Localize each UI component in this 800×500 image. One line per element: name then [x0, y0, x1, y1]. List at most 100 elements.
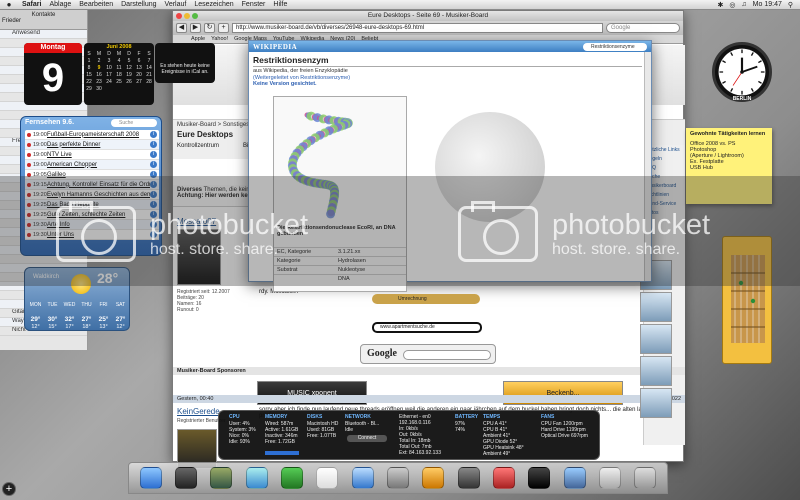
- calendar-day[interactable]: 5: [124, 58, 134, 65]
- app-icon[interactable]: [528, 467, 551, 489]
- menu-ablage[interactable]: Ablage: [45, 1, 75, 8]
- tv-guide-row[interactable]: 19:00 Das perfekte Dinner i: [25, 140, 159, 150]
- calendar-day[interactable]: 16: [94, 72, 104, 79]
- calendar-day[interactable]: 13: [134, 65, 144, 72]
- tv-show[interactable]: American Chopper: [47, 160, 150, 169]
- info-icon[interactable]: i: [150, 141, 157, 148]
- url-field[interactable]: http://www.musiker-board.de/vb/diverses/…: [232, 23, 603, 33]
- calendar-day[interactable]: 17: [104, 72, 114, 79]
- google-search-field[interactable]: [403, 350, 491, 360]
- reload-icon[interactable]: ↻: [204, 23, 215, 33]
- calendar-day[interactable]: 15: [84, 72, 94, 79]
- add-widget-icon[interactable]: +: [2, 482, 16, 496]
- thumbnail[interactable]: [640, 292, 672, 322]
- apple-menu-icon[interactable]: ●: [0, 0, 18, 9]
- garageband-icon[interactable]: [422, 467, 445, 489]
- thumbnail[interactable]: [640, 388, 672, 418]
- browser-search-field[interactable]: Google: [606, 23, 680, 33]
- volume-icon[interactable]: ♫: [738, 1, 749, 8]
- itunes-icon[interactable]: [351, 467, 374, 489]
- calendar-day[interactable]: 11: [114, 65, 124, 72]
- wikipedia-search-field[interactable]: Restriktionsenzyme: [583, 42, 647, 51]
- calendar-day[interactable]: 12: [124, 65, 134, 72]
- tv-search-field[interactable]: Suche: [111, 119, 157, 127]
- tv-show[interactable]: NTV Live: [47, 150, 150, 159]
- bluetooth-icon[interactable]: ✱: [714, 1, 726, 9]
- menu-bearbeiten[interactable]: Bearbeiten: [75, 1, 117, 8]
- tv-guide-row[interactable]: 19:00 Fußball-Europameisterschaft 2008 i: [25, 130, 159, 140]
- trash-icon[interactable]: [634, 467, 657, 489]
- url-widget-field[interactable]: www.apartmentsuche.de: [374, 324, 480, 331]
- calendar-day[interactable]: 22: [84, 79, 94, 86]
- calendar-day[interactable]: 27: [134, 79, 144, 86]
- calendar-day[interactable]: 21: [144, 72, 154, 79]
- tv-show[interactable]: Fußball-Europameisterschaft 2008: [47, 130, 150, 139]
- back-icon[interactable]: ◀: [176, 23, 187, 33]
- thumbnail[interactable]: [640, 324, 672, 354]
- menu-lesezeichen[interactable]: Lesezeichen: [190, 1, 237, 8]
- spotlight-icon[interactable]: ⚲: [785, 1, 796, 9]
- menubar-clock[interactable]: Mo 19:47: [750, 1, 785, 8]
- tab-kontrollzentrum[interactable]: Kontrollzentrum: [177, 143, 219, 149]
- calendar-day[interactable]: 23: [94, 79, 104, 86]
- forward-icon[interactable]: ▶: [190, 23, 201, 33]
- tv-guide-row[interactable]: 19:00 NTV Live i: [25, 150, 159, 160]
- tv-show[interactable]: Das perfekte Dinner: [47, 140, 150, 149]
- calendar-day[interactable]: 29: [84, 86, 94, 93]
- calendar-day[interactable]: 4: [114, 58, 124, 65]
- calendar-day[interactable]: 19: [124, 72, 134, 79]
- ichat-icon[interactable]: [280, 467, 303, 489]
- calendar-day[interactable]: 20: [134, 72, 144, 79]
- calendar-day[interactable]: 8: [84, 65, 94, 72]
- ical-icon[interactable]: [316, 467, 339, 489]
- calendar-day[interactable]: 14: [144, 65, 154, 72]
- safari-icon[interactable]: [245, 467, 268, 489]
- thumbnail[interactable]: [640, 356, 672, 386]
- calendar-month-widget[interactable]: Juni 2008 S M D M D F S 1 2 3 4 5 6 7 8 9 10 11 12 13 14 15 16…: [84, 43, 154, 105]
- calendar-day[interactable]: 10: [104, 65, 114, 72]
- add-bookmark-icon[interactable]: +: [218, 23, 229, 33]
- iphoto-icon[interactable]: [386, 467, 409, 489]
- info-icon[interactable]: i: [150, 161, 157, 168]
- info-icon[interactable]: i: [150, 131, 157, 138]
- menu-hilfe[interactable]: Hilfe: [269, 1, 291, 8]
- contacts-user[interactable]: Frieder: [2, 18, 85, 24]
- app-icon[interactable]: [492, 467, 515, 489]
- mail-icon[interactable]: [210, 467, 233, 489]
- calendar-day[interactable]: 1: [84, 58, 94, 65]
- minimize-button[interactable]: [184, 13, 190, 19]
- dashboard-icon[interactable]: [174, 467, 197, 489]
- zoom-button[interactable]: [192, 13, 198, 19]
- browser-titlebar[interactable]: Eure Desktops - Seite 69 - Musiker-Board: [173, 11, 683, 21]
- calendar-day-widget[interactable]: Montag 9: [24, 43, 82, 105]
- tv-guide-row[interactable]: 19:00 American Chopper i: [25, 160, 159, 170]
- calendar-day[interactable]: 25: [114, 79, 124, 86]
- connect-button[interactable]: Connect: [347, 435, 387, 442]
- downloads-folder-icon[interactable]: [563, 467, 586, 489]
- system-preferences-icon[interactable]: [457, 467, 480, 489]
- finder-icon[interactable]: [139, 467, 162, 489]
- menu-darstellung[interactable]: Darstellung: [117, 1, 160, 8]
- document-icon[interactable]: [598, 467, 621, 489]
- calendar-day[interactable]: 7: [144, 58, 154, 65]
- bookmark-item[interactable]: Yahoo!: [211, 36, 228, 42]
- contact-row[interactable]: Anwesend: [0, 30, 87, 39]
- calendar-day[interactable]: 18: [114, 72, 124, 79]
- calendar-day[interactable]: 6: [134, 58, 144, 65]
- menu-verlauf[interactable]: Verlauf: [161, 1, 191, 8]
- calendar-day[interactable]: 24: [104, 79, 114, 86]
- calendar-day[interactable]: 2: [94, 58, 104, 65]
- calendar-day[interactable]: 3: [104, 58, 114, 65]
- info-icon[interactable]: i: [150, 151, 157, 158]
- bookmark-item[interactable]: Apple: [191, 36, 205, 42]
- article-version[interactable]: Keine Version gesichtet.: [253, 81, 642, 87]
- app-menu[interactable]: Safari: [18, 1, 45, 8]
- currency-widget[interactable]: Umrechnung: [372, 294, 480, 304]
- calendar-day[interactable]: 26: [124, 79, 134, 86]
- post-author-2[interactable]: KeinGerede: [177, 407, 220, 416]
- url-widget[interactable]: www.apartmentsuche.de: [372, 322, 482, 333]
- calendar-day[interactable]: 30: [94, 86, 104, 93]
- calendar-day[interactable]: 28: [144, 79, 154, 86]
- wifi-icon[interactable]: ◎: [726, 1, 738, 9]
- clock-widget[interactable]: [712, 42, 772, 102]
